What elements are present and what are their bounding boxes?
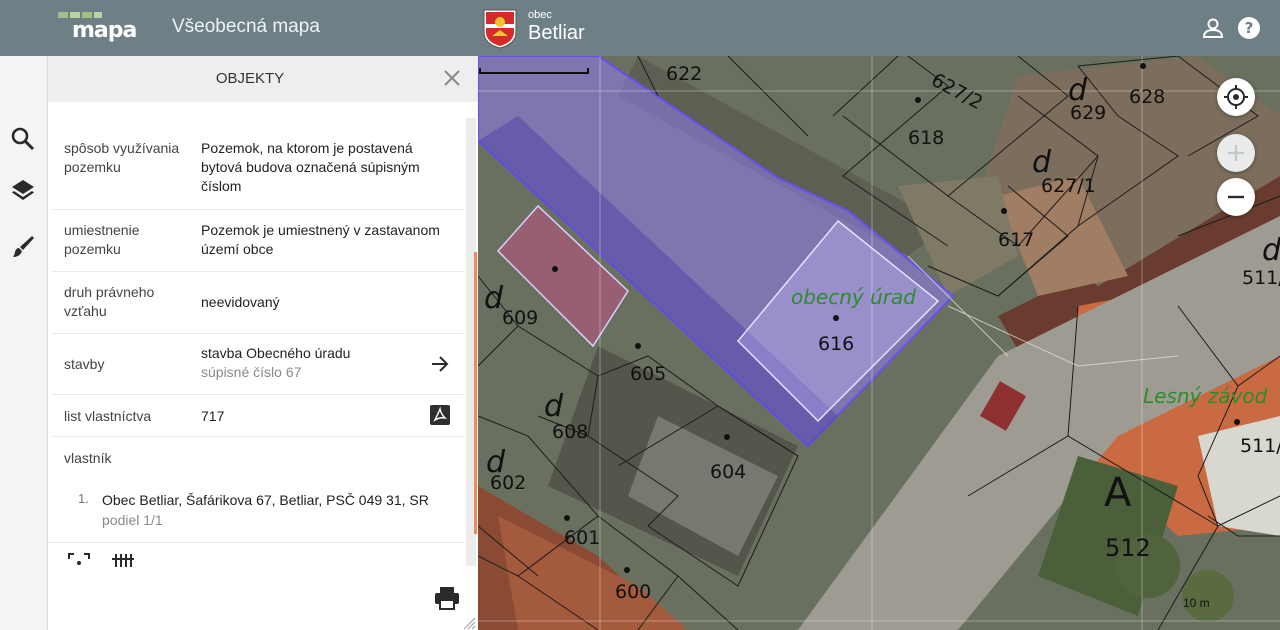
parcel-number: 617 (998, 229, 1034, 251)
parcel-number: 605 (630, 363, 666, 385)
parcel-number: 511/1 (1240, 435, 1280, 457)
land-use-letter: d (486, 445, 506, 480)
map-label-office: obecný úrad (791, 285, 916, 309)
logo-text[interactable]: mapa (72, 18, 137, 43)
parcel-number: 601 (564, 527, 600, 549)
row-label: umiestnenie pozemku (64, 222, 140, 257)
row-value: Pozemok je umiestnený v zastavanom území… (201, 222, 440, 257)
owner-name: Obec Betliar, Šafárikova 67, Betliar, PS… (102, 492, 429, 508)
svg-text:?: ? (1245, 19, 1254, 37)
user-icon[interactable] (1201, 16, 1225, 40)
map-title[interactable]: Všeobecná mapa (172, 16, 320, 38)
row-value: neevidovaný (201, 294, 280, 310)
map-label-forest: Lesný závod (1143, 384, 1268, 408)
row-label: druh právneho vzťahu (64, 284, 155, 319)
arrow-right-icon[interactable] (430, 354, 450, 374)
zoom-out-button[interactable] (1217, 178, 1255, 216)
attribute-row-buildings[interactable]: stavby stavba Obecného úradu súpisné čís… (52, 334, 464, 395)
municipality-name: Betliar (528, 22, 585, 44)
land-use-letter: A (1104, 470, 1132, 516)
building-name[interactable]: stavba Obecného úradu (201, 344, 451, 363)
row-value: Pozemok, na ktorom je postavená bytová b… (201, 140, 420, 194)
owner-number: 1. (78, 491, 89, 506)
land-use-letter: d (484, 281, 504, 316)
row-label: vlastník (64, 450, 112, 466)
parcel-number: 616 (818, 333, 854, 355)
parcel-number: 609 (502, 307, 538, 329)
brush-icon[interactable] (10, 234, 36, 260)
owner-entry: Obec Betliar, Šafárikova 67, Betliar, PS… (102, 490, 429, 530)
parcel-number: 628 (1129, 86, 1165, 108)
municipality-prefix: obec (528, 9, 552, 21)
resize-handle-icon[interactable] (462, 616, 476, 630)
panel-title: OBJEKTY (215, 70, 285, 87)
parcel-number: 604 (710, 461, 746, 483)
owner-share: podiel 1/1 (102, 512, 163, 528)
row-label: stavby (64, 356, 105, 372)
map-view[interactable]: 622 627/2 629 628 618 627/1 617 511/ 609… (478, 56, 1280, 630)
map-canvas[interactable]: 622 627/2 629 628 618 627/1 617 511/ 609… (478, 56, 1280, 630)
top-bar: mapa Všeobecná mapa obec Betliar ? (0, 0, 1280, 56)
help-icon[interactable]: ? (1237, 16, 1261, 40)
attribute-row-land-use: spôsob využívania pozemku Pozemok, na kt… (52, 128, 464, 210)
fence-icon[interactable] (110, 553, 136, 567)
row-label: list vlastníctva (64, 408, 152, 424)
zoom-in-button[interactable] (1217, 134, 1255, 172)
parcel-number: 618 (908, 127, 944, 149)
close-icon[interactable] (442, 68, 462, 88)
land-use-letter: d (1068, 73, 1088, 108)
land-use-letter: d (1262, 233, 1280, 268)
print-icon[interactable] (434, 586, 460, 610)
zoom-in-icon (1228, 145, 1244, 161)
locate-button[interactable] (1217, 78, 1255, 116)
layers-icon[interactable] (10, 177, 36, 203)
municipality-crest-icon (483, 9, 517, 49)
locate-icon (1224, 85, 1248, 109)
zoom-out-icon (1228, 195, 1244, 199)
parcel-number: 622 (666, 63, 702, 85)
row-value: 717 (201, 408, 225, 424)
focus-icon[interactable] (68, 553, 90, 567)
panel-bottom-tools (48, 542, 466, 567)
objects-panel: OBJEKTY spôsob využívania pozemku Pozemo… (48, 56, 478, 630)
building-number: súpisné číslo 67 (201, 364, 302, 380)
left-toolbar (0, 56, 48, 630)
search-icon[interactable] (10, 126, 36, 152)
pdf-icon[interactable] (430, 405, 450, 425)
parcel-number: 608 (552, 421, 588, 443)
parcel-number: 512 (1105, 534, 1151, 562)
scale-bar (479, 68, 589, 74)
land-use-letter: d (544, 389, 564, 424)
attribute-row-location: umiestnenie pozemku Pozemok je umiestnen… (52, 210, 464, 272)
panel-header: OBJEKTY (48, 56, 478, 102)
row-value: stavba Obecného úradu súpisné číslo 67 (201, 344, 451, 382)
row-label: spôsob využívania pozemku (64, 140, 180, 175)
land-use-letter: d (1032, 145, 1052, 180)
parcel-number: 511/ (1242, 267, 1280, 289)
parcel-number: 600 (615, 581, 651, 603)
attribute-row-legal-relation: druh právneho vzťahu neevidovaný (52, 272, 464, 334)
scale-label: 10 m (1183, 596, 1210, 610)
panel-scroll-thumb[interactable] (474, 252, 477, 534)
attribute-row-ownership-sheet: list vlastníctva 717 (52, 395, 464, 437)
